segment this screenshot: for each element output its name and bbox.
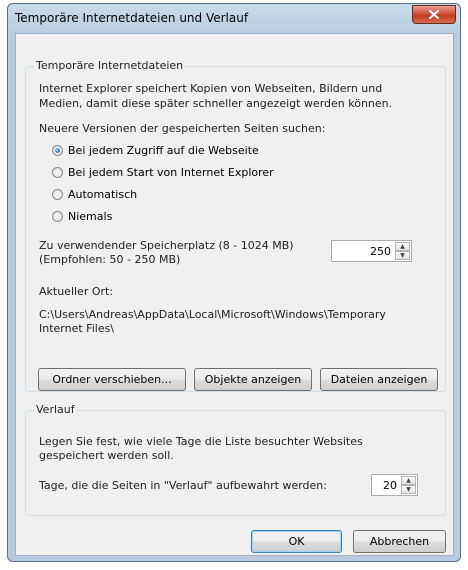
- view-files-button[interactable]: Dateien anzeigen: [320, 368, 438, 391]
- history-group: Verlauf Legen Sie fest, wie viele Tage d…: [25, 403, 446, 516]
- dialog-content: Temporäre Internetdateien Internet Explo…: [15, 33, 454, 556]
- temp-files-group: Temporäre Internetdateien Internet Explo…: [25, 59, 446, 392]
- temp-files-group-title: Temporäre Internetdateien: [34, 59, 186, 72]
- dialog-window: Temporäre Internetdateien und Verlauf Te…: [7, 3, 461, 562]
- window-title: Temporäre Internetdateien und Verlauf: [15, 11, 249, 25]
- radio-label: Niemals: [68, 210, 113, 223]
- close-button[interactable]: [412, 5, 456, 24]
- radio-button[interactable]: [52, 189, 63, 200]
- radio-every-start[interactable]: Bei jedem Start von Internet Explorer: [52, 166, 274, 179]
- temp-files-description-line1: Internet Explorer speichert Kopien von W…: [39, 82, 383, 95]
- disk-space-label-line2: (Empfohlen: 50 - 250 MB): [39, 253, 181, 266]
- spin-up-icon[interactable]: ▲: [401, 476, 416, 485]
- radio-button[interactable]: [52, 167, 63, 178]
- disk-space-stepper[interactable]: 250 ▲ ▼: [331, 240, 412, 262]
- radio-label: Bei jedem Start von Internet Explorer: [68, 166, 274, 179]
- radio-never[interactable]: Niemals: [52, 210, 112, 223]
- view-objects-button[interactable]: Objekte anzeigen: [194, 368, 312, 391]
- close-icon: [429, 10, 439, 19]
- check-versions-label: Neuere Versionen der gespeicherten Seite…: [39, 122, 326, 135]
- history-description-line1: Legen Sie fest, wie viele Tage die Liste…: [39, 435, 363, 448]
- history-description-line2: gespeichert werden soll.: [39, 449, 174, 462]
- radio-label: Automatisch: [68, 188, 138, 201]
- history-days-value[interactable]: 20: [383, 479, 397, 492]
- spin-up-icon[interactable]: ▲: [395, 242, 410, 251]
- radio-button[interactable]: [52, 211, 63, 222]
- radio-button[interactable]: [52, 145, 63, 156]
- location-label: Aktueller Ort:: [39, 285, 114, 298]
- cancel-button[interactable]: Abbrechen: [353, 530, 446, 553]
- location-path-line1: C:\Users\Andreas\AppData\Local\Microsoft…: [39, 308, 386, 321]
- radio-label: Bei jedem Zugriff auf die Webseite: [68, 144, 259, 157]
- radio-automatic[interactable]: Automatisch: [52, 188, 137, 201]
- spin-down-icon[interactable]: ▼: [401, 485, 416, 494]
- disk-space-label-line1: Zu verwendender Speicherplatz (8 - 1024 …: [39, 239, 294, 252]
- move-folder-button[interactable]: Ordner verschieben...: [38, 368, 186, 391]
- ok-button[interactable]: OK: [251, 530, 342, 553]
- spin-down-icon[interactable]: ▼: [395, 251, 410, 260]
- history-days-stepper[interactable]: 20 ▲ ▼: [371, 474, 418, 496]
- radio-every-visit[interactable]: Bei jedem Zugriff auf die Webseite: [52, 144, 259, 157]
- history-days-spin-buttons: ▲ ▼: [401, 476, 416, 494]
- history-group-title: Verlauf: [34, 403, 77, 416]
- disk-space-spin-buttons: ▲ ▼: [395, 242, 410, 260]
- location-path-line2: Internet Files\: [39, 322, 115, 335]
- temp-files-description-line2: Medien, damit diese später schneller ang…: [39, 97, 393, 110]
- history-days-label: Tage, die die Seiten in "Verlauf" aufbew…: [39, 479, 327, 492]
- disk-space-value[interactable]: 250: [370, 245, 391, 258]
- title-bar[interactable]: Temporäre Internetdateien und Verlauf: [8, 4, 460, 32]
